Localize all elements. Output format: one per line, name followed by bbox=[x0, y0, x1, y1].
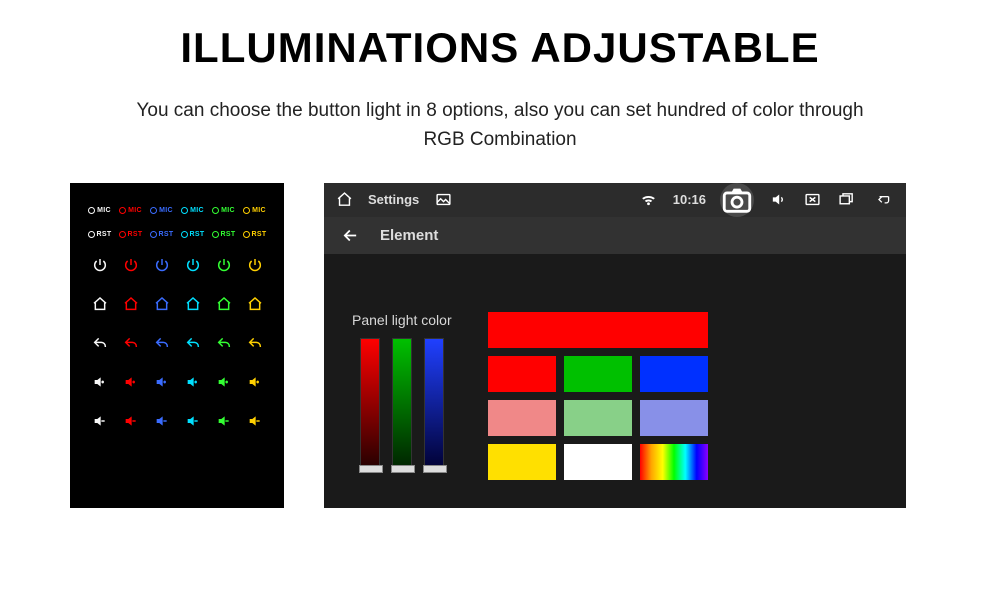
back-row bbox=[84, 333, 270, 353]
rst-item-blue: RST bbox=[150, 231, 174, 238]
vol-up-icon bbox=[121, 372, 141, 392]
home-row bbox=[84, 294, 270, 314]
color-swatch[interactable] bbox=[488, 356, 556, 392]
home-icon bbox=[183, 294, 203, 314]
rst-row: RST RST RST RST RST RST bbox=[84, 231, 270, 238]
volume-icon[interactable] bbox=[768, 190, 788, 210]
back-icon bbox=[245, 333, 265, 353]
statusbar: Settings 10:16 bbox=[324, 183, 906, 217]
subheader: Element bbox=[324, 217, 906, 254]
settings-screen: Settings 10:16 bbox=[324, 183, 906, 508]
back-icon bbox=[214, 333, 234, 353]
vol-down-row bbox=[84, 411, 270, 431]
power-icon bbox=[90, 255, 110, 275]
home-icon bbox=[90, 294, 110, 314]
back-icon bbox=[183, 333, 203, 353]
back-arrow-icon[interactable] bbox=[340, 225, 360, 245]
back-system-icon[interactable] bbox=[870, 190, 896, 210]
mic-item-blue: MIC bbox=[150, 207, 173, 214]
vol-down-icon bbox=[90, 411, 110, 431]
mic-item-green: MIC bbox=[212, 207, 235, 214]
color-swatch[interactable] bbox=[640, 356, 708, 392]
clock: 10:16 bbox=[673, 192, 706, 207]
back-icon bbox=[152, 333, 172, 353]
rst-item-green: RST bbox=[212, 231, 236, 238]
home-icon bbox=[245, 294, 265, 314]
home-icon bbox=[214, 294, 234, 314]
vol-up-icon bbox=[183, 372, 203, 392]
vol-down-icon bbox=[245, 411, 265, 431]
home-icon bbox=[152, 294, 172, 314]
vol-up-icon bbox=[214, 372, 234, 392]
power-row bbox=[84, 255, 270, 275]
page-title: ILLUMINATIONS ADJUSTABLE bbox=[0, 24, 1000, 72]
color-swatch[interactable] bbox=[640, 444, 708, 480]
mic-item-yellow: MIC bbox=[243, 207, 266, 214]
green-slider[interactable] bbox=[392, 338, 412, 472]
color-palette bbox=[488, 312, 708, 480]
rst-item-white: RST bbox=[88, 231, 112, 238]
rst-item-yellow: RST bbox=[243, 231, 267, 238]
color-swatch[interactable] bbox=[564, 444, 632, 480]
mic-item-cyan: MIC bbox=[181, 207, 204, 214]
vol-down-icon bbox=[183, 411, 203, 431]
power-icon bbox=[214, 255, 234, 275]
color-swatch[interactable] bbox=[564, 400, 632, 436]
back-icon bbox=[90, 333, 110, 353]
vol-up-row bbox=[84, 372, 270, 392]
device-button-panel: MIC MIC MIC MIC MIC MIC RST RST RST RST RST RST bbox=[70, 183, 284, 508]
close-window-icon[interactable] bbox=[802, 190, 822, 210]
color-swatch[interactable] bbox=[488, 400, 556, 436]
vol-up-icon bbox=[152, 372, 172, 392]
vol-down-icon bbox=[214, 411, 234, 431]
wifi-icon bbox=[639, 190, 659, 210]
recent-apps-icon[interactable] bbox=[836, 190, 856, 210]
mic-row: MIC MIC MIC MIC MIC MIC bbox=[84, 207, 270, 214]
color-swatch[interactable] bbox=[564, 356, 632, 392]
power-icon bbox=[183, 255, 203, 275]
rgb-sliders bbox=[360, 338, 444, 472]
vol-down-icon bbox=[152, 411, 172, 431]
page-subtitle: You can choose the button light in 8 opt… bbox=[120, 96, 880, 155]
power-icon bbox=[152, 255, 172, 275]
vol-down-icon bbox=[121, 411, 141, 431]
red-slider[interactable] bbox=[360, 338, 380, 472]
rst-item-cyan: RST bbox=[181, 231, 205, 238]
color-swatch[interactable] bbox=[640, 400, 708, 436]
rst-item-red: RST bbox=[119, 231, 143, 238]
power-icon bbox=[121, 255, 141, 275]
color-swatch[interactable] bbox=[488, 444, 556, 480]
home-icon bbox=[121, 294, 141, 314]
picture-icon[interactable] bbox=[433, 190, 453, 210]
color-swatch-selected[interactable] bbox=[488, 312, 708, 348]
mic-item-white: MIC bbox=[88, 207, 111, 214]
camera-button[interactable] bbox=[720, 183, 754, 217]
blue-slider[interactable] bbox=[424, 338, 444, 472]
panel-light-label: Panel light color bbox=[352, 312, 452, 328]
app-name: Settings bbox=[368, 192, 419, 207]
content-area: Panel light color bbox=[324, 254, 906, 508]
back-icon bbox=[121, 333, 141, 353]
vol-up-icon bbox=[90, 372, 110, 392]
vol-up-icon bbox=[245, 372, 265, 392]
home-icon[interactable] bbox=[334, 190, 354, 210]
subheader-title: Element bbox=[380, 227, 438, 244]
mic-item-red: MIC bbox=[119, 207, 142, 214]
power-icon bbox=[245, 255, 265, 275]
